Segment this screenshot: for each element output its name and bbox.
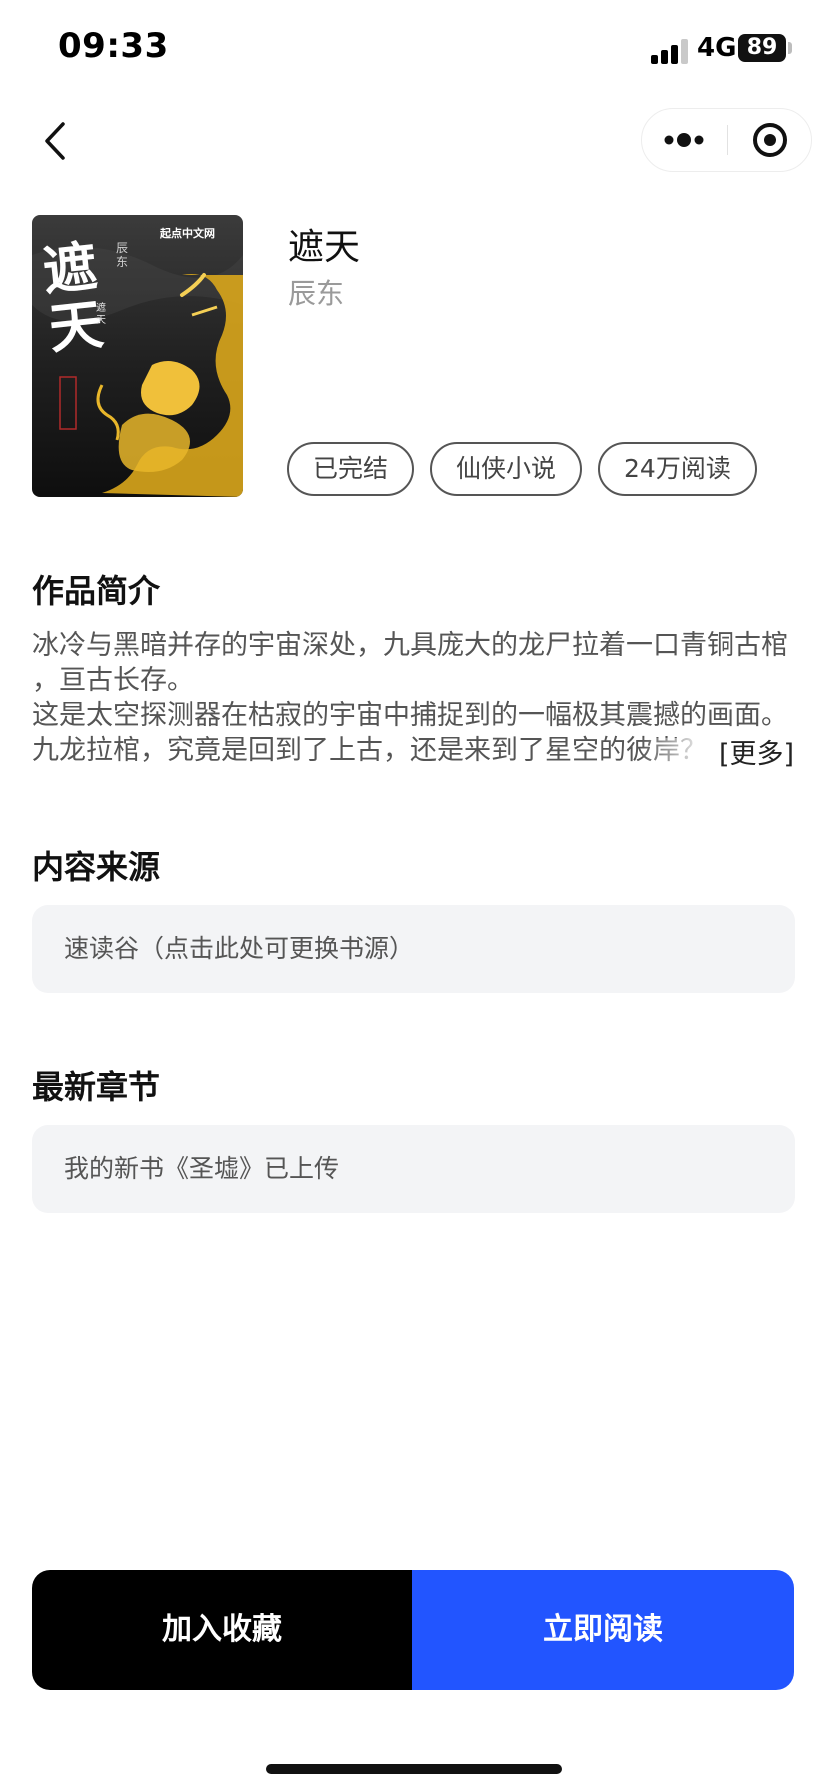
target-circle-icon (753, 123, 787, 157)
chevron-left-icon (45, 122, 65, 160)
cover-small-title: 遮天 (96, 303, 106, 326)
book-author: 辰东 (288, 277, 345, 310)
cover-author: 辰东 (116, 241, 129, 269)
network-type: 4G (697, 33, 737, 63)
book-cover[interactable]: 起点中文网 遮天 辰东 遮天 (32, 215, 243, 497)
more-link[interactable]: [更多] (719, 737, 795, 772)
more-dots-icon (664, 133, 704, 147)
intro-line: ，亘古长存。 (32, 665, 194, 696)
source-selector[interactable]: 速读谷（点击此处可更换书源） (32, 905, 795, 993)
battery-icon: 89 (738, 34, 786, 62)
signal-icon (651, 38, 689, 64)
book-tags: 已完结 仙侠小说 24万阅读 (287, 442, 757, 496)
status-bar: 09:33 4G 89 (0, 0, 828, 96)
nav-bar (0, 100, 828, 180)
battery-cap (788, 42, 792, 54)
tag-status: 已完结 (287, 442, 415, 496)
close-button[interactable] (728, 109, 812, 171)
home-indicator (266, 1764, 562, 1774)
intro-line: 这是太空探测器在枯寂的宇宙中捕捉到的一幅极其震撼的画面。 (32, 700, 788, 731)
read-now-button[interactable]: 立即阅读 (412, 1570, 794, 1690)
latest-heading: 最新章节 (32, 1068, 161, 1106)
cover-calligraphy-title: 遮天 (39, 233, 107, 361)
source-heading: 内容来源 (32, 848, 161, 886)
status-time: 09:33 (58, 26, 169, 66)
latest-chapter[interactable]: 我的新书《圣墟》已上传 (32, 1125, 795, 1213)
cover-publisher: 起点中文网 (160, 227, 215, 240)
intro-fade (640, 738, 720, 774)
book-title: 遮天 (288, 227, 361, 268)
action-bar: 加入收藏 立即阅读 (32, 1570, 794, 1690)
intro-line: 冰冷与黑暗并存的宇宙深处，九具庞大的龙尸拉着一口青铜古棺 (32, 630, 788, 661)
back-button[interactable] (32, 116, 82, 166)
tag-read-count: 24万阅读 (598, 442, 757, 496)
mini-program-capsule (641, 108, 812, 172)
tag-genre: 仙侠小说 (430, 442, 583, 496)
add-to-favorites-button[interactable]: 加入收藏 (32, 1570, 412, 1690)
intro-heading: 作品简介 (32, 572, 161, 610)
more-button[interactable] (642, 109, 727, 171)
